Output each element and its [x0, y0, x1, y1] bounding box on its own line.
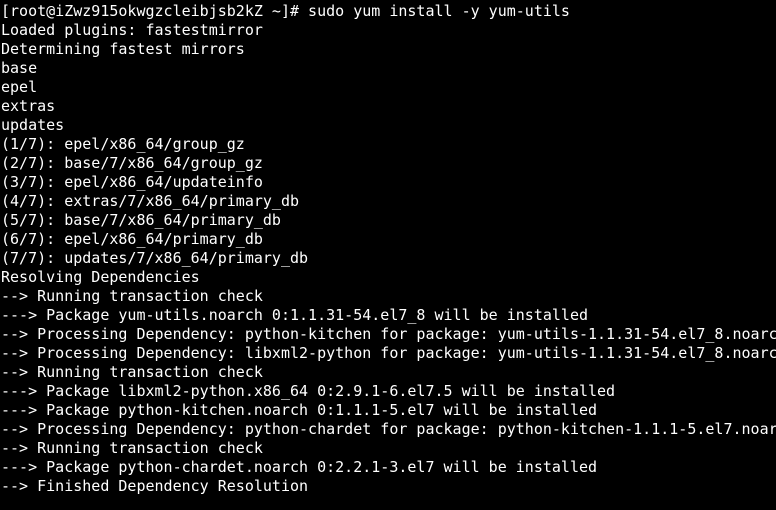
terminal-window[interactable]: [root@iZwz915okwgzcleibjsb2kZ ~]# sudo y… — [0, 0, 776, 510]
terminal-line: --> Processing Dependency: python-charde… — [1, 420, 776, 438]
terminal-line: Loaded plugins: fastestmirror — [1, 21, 263, 39]
terminal-line: (7/7): updates/7/x86_64/primary_db — [1, 249, 309, 267]
terminal-line: epel — [1, 78, 38, 96]
terminal-line: --> Running transaction check — [1, 363, 263, 381]
terminal-line: extras — [1, 97, 56, 115]
terminal-line: base — [1, 59, 38, 77]
terminal-line: ---> Package python-kitchen.noarch 0:1.1… — [1, 401, 598, 419]
terminal-line: (3/7): epel/x86_64/updateinfo — [1, 173, 263, 191]
terminal-output: [root@iZwz915okwgzcleibjsb2kZ ~]# sudo y… — [0, 0, 776, 496]
terminal-line: --> Running transaction check — [1, 439, 263, 457]
terminal-line: (2/7): base/7/x86_64/group_gz — [1, 154, 263, 172]
terminal-line: (6/7): epel/x86_64/primary_db — [1, 230, 263, 248]
terminal-line: --> Running transaction check — [1, 287, 263, 305]
terminal-line: ---> Package yum-utils.noarch 0:1.1.31-5… — [1, 306, 588, 324]
terminal-line: ---> Package python-chardet.noarch 0:2.2… — [1, 458, 598, 476]
terminal-line: (1/7): epel/x86_64/group_gz — [1, 135, 245, 153]
terminal-line: updates — [1, 116, 65, 134]
terminal-line: (4/7): extras/7/x86_64/primary_db — [1, 192, 300, 210]
terminal-line: (5/7): base/7/x86_64/primary_db — [1, 211, 281, 229]
terminal-line: Determining fastest mirrors — [1, 40, 245, 58]
command-prompt-line: [root@iZwz915okwgzcleibjsb2kZ ~]# sudo y… — [1, 2, 570, 20]
terminal-line: --> Finished Dependency Resolution — [1, 477, 309, 495]
terminal-line: --> Processing Dependency: python-kitche… — [1, 325, 776, 343]
terminal-line: --> Processing Dependency: libxml2-pytho… — [1, 344, 776, 362]
terminal-line: ---> Package libxml2-python.x86_64 0:2.9… — [1, 382, 616, 400]
terminal-line: Resolving Dependencies — [1, 268, 200, 286]
